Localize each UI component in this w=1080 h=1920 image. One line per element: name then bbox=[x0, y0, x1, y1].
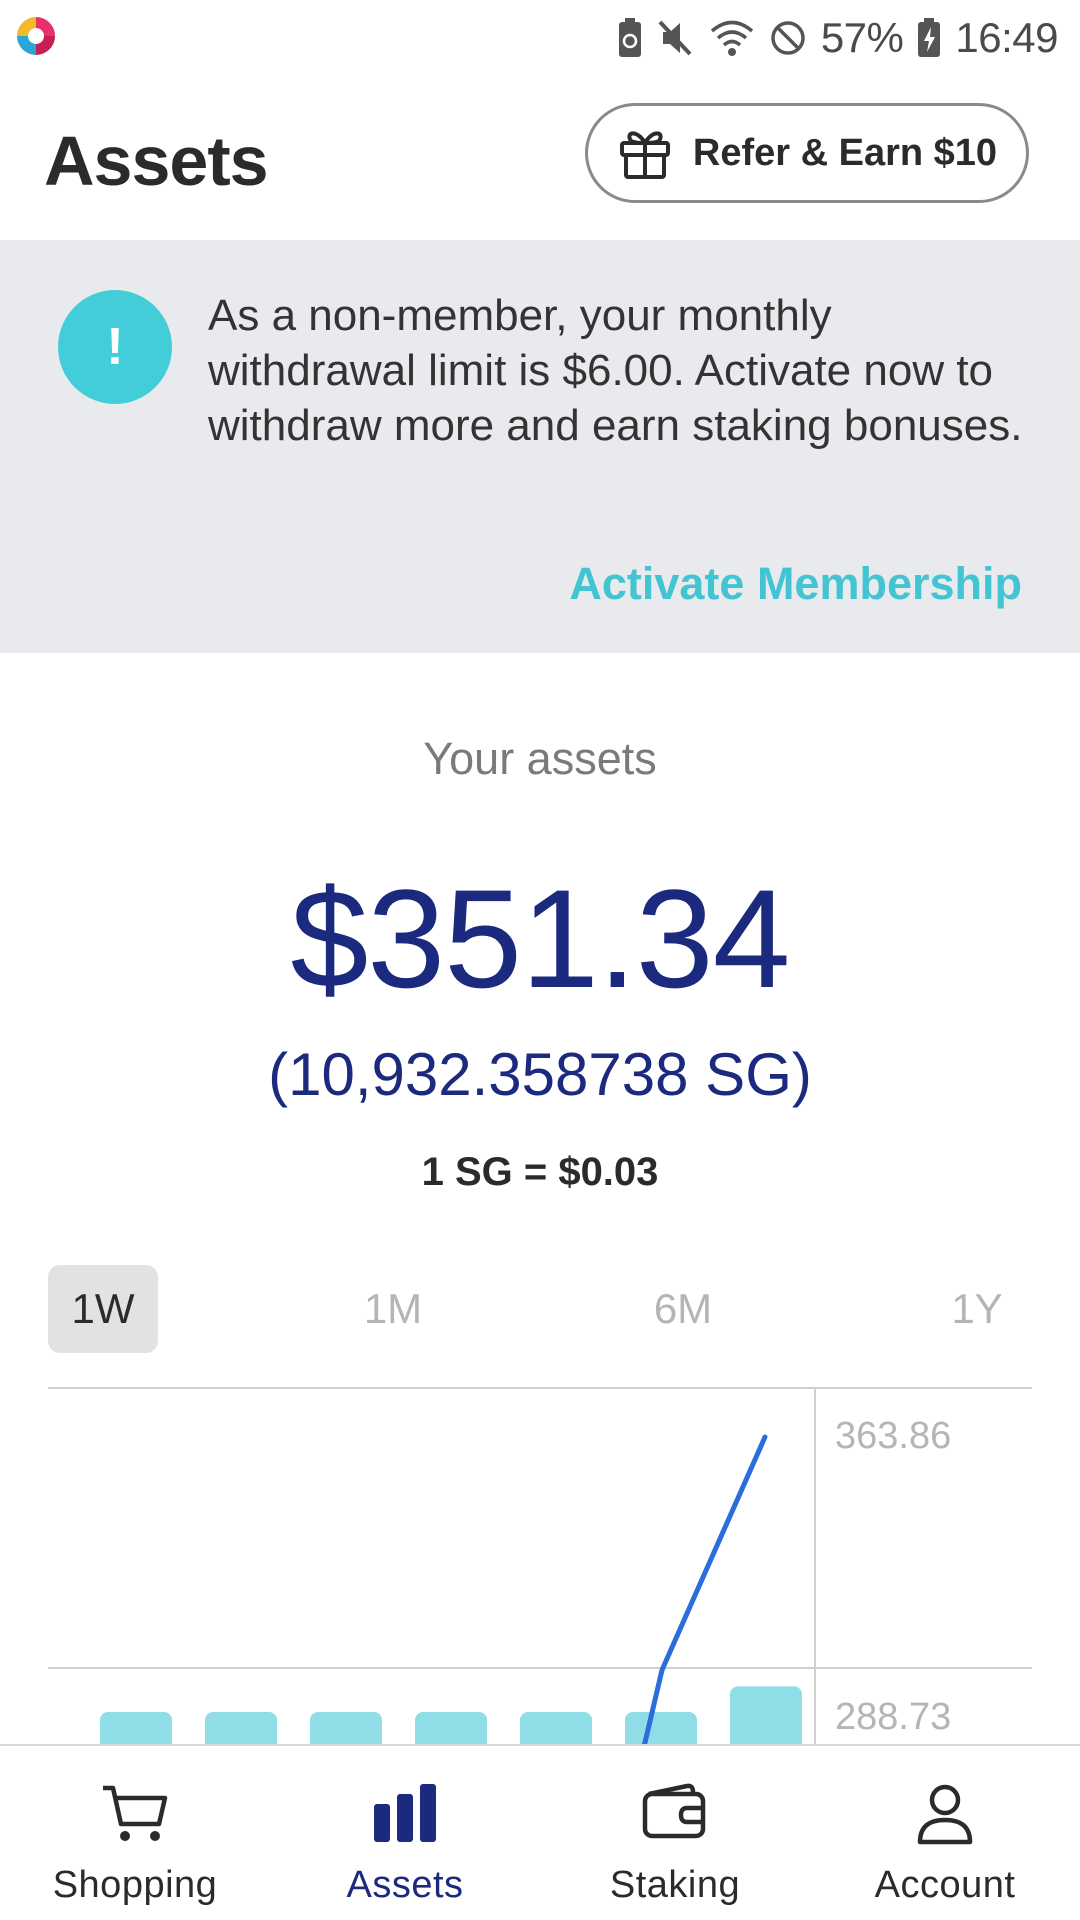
refer-earn-button[interactable]: Refer & Earn $10 bbox=[585, 103, 1029, 203]
banner-message: As a non-member, your monthly withdrawal… bbox=[208, 291, 1023, 450]
chart-bar bbox=[205, 1712, 277, 1744]
range-tab-1w[interactable]: 1W bbox=[48, 1265, 158, 1353]
range-tab-1y[interactable]: 1Y bbox=[922, 1265, 1032, 1353]
mute-icon bbox=[658, 20, 692, 56]
chart-bar bbox=[100, 1712, 172, 1744]
gift-icon bbox=[619, 131, 670, 179]
activate-membership-link[interactable]: Activate Membership bbox=[569, 558, 1022, 610]
battery-charging-icon bbox=[918, 18, 941, 57]
nav-account[interactable]: Account bbox=[810, 1746, 1080, 1920]
clock: 16:49 bbox=[955, 14, 1058, 61]
nav-staking[interactable]: Staking bbox=[540, 1746, 810, 1920]
status-bar: 57% 16:49 bbox=[0, 0, 1080, 75]
exchange-rate: 1 SG = $0.03 bbox=[421, 1150, 659, 1194]
membership-banner: ! As a non-member, your monthly withdraw… bbox=[0, 240, 1080, 653]
chart-bar bbox=[730, 1686, 802, 1744]
header: Assets Refer & Earn $10 bbox=[0, 75, 1080, 240]
bottom-navigation: Shopping Assets Staking Account bbox=[0, 1744, 1080, 1920]
chart-bars bbox=[100, 1686, 802, 1744]
chart-bar bbox=[520, 1712, 592, 1744]
nav-label-assets: Assets bbox=[346, 1864, 464, 1906]
asset-chart: 363.86 288.73 bbox=[48, 1387, 1032, 1744]
nav-shopping[interactable]: Shopping bbox=[0, 1746, 270, 1920]
person-icon bbox=[917, 1784, 973, 1845]
bar-chart-icon bbox=[374, 1784, 436, 1842]
your-assets-heading: Your assets bbox=[423, 733, 657, 784]
nav-assets[interactable]: Assets bbox=[270, 1746, 540, 1920]
do-not-disturb-icon bbox=[771, 21, 805, 55]
battery-percent: 57% bbox=[820, 14, 904, 61]
range-tab-6m[interactable]: 6M bbox=[628, 1265, 738, 1353]
app-logo-icon bbox=[17, 17, 55, 55]
wifi-icon bbox=[710, 20, 753, 56]
page-title: Assets bbox=[44, 122, 269, 200]
alert-icon: ! bbox=[58, 290, 172, 404]
status-icons: 57% 16:49 bbox=[617, 12, 1058, 64]
chart-bar bbox=[310, 1712, 382, 1744]
range-tab-1m[interactable]: 1M bbox=[338, 1265, 448, 1353]
chart-bar bbox=[415, 1712, 487, 1744]
nav-label-account: Account bbox=[874, 1864, 1016, 1906]
battery-saver-icon bbox=[618, 18, 641, 57]
cart-icon bbox=[103, 1785, 168, 1841]
nav-label-shopping: Shopping bbox=[52, 1864, 218, 1906]
y-tick-label-mid: 288.73 bbox=[835, 1696, 951, 1738]
wallet-icon bbox=[642, 1783, 706, 1839]
chart-bar bbox=[625, 1712, 697, 1744]
y-tick-label-top: 363.86 bbox=[835, 1415, 951, 1457]
refer-earn-label: Refer & Earn $10 bbox=[692, 131, 998, 174]
asset-value-sg: (10,932.358738 SG) bbox=[268, 1041, 812, 1108]
assets-screen: 57% 16:49 Assets Refer & Earn $10 ! As a bbox=[0, 0, 1080, 1920]
asset-value-usd: $351.34 bbox=[290, 860, 790, 1017]
nav-label-staking: Staking bbox=[609, 1864, 741, 1906]
